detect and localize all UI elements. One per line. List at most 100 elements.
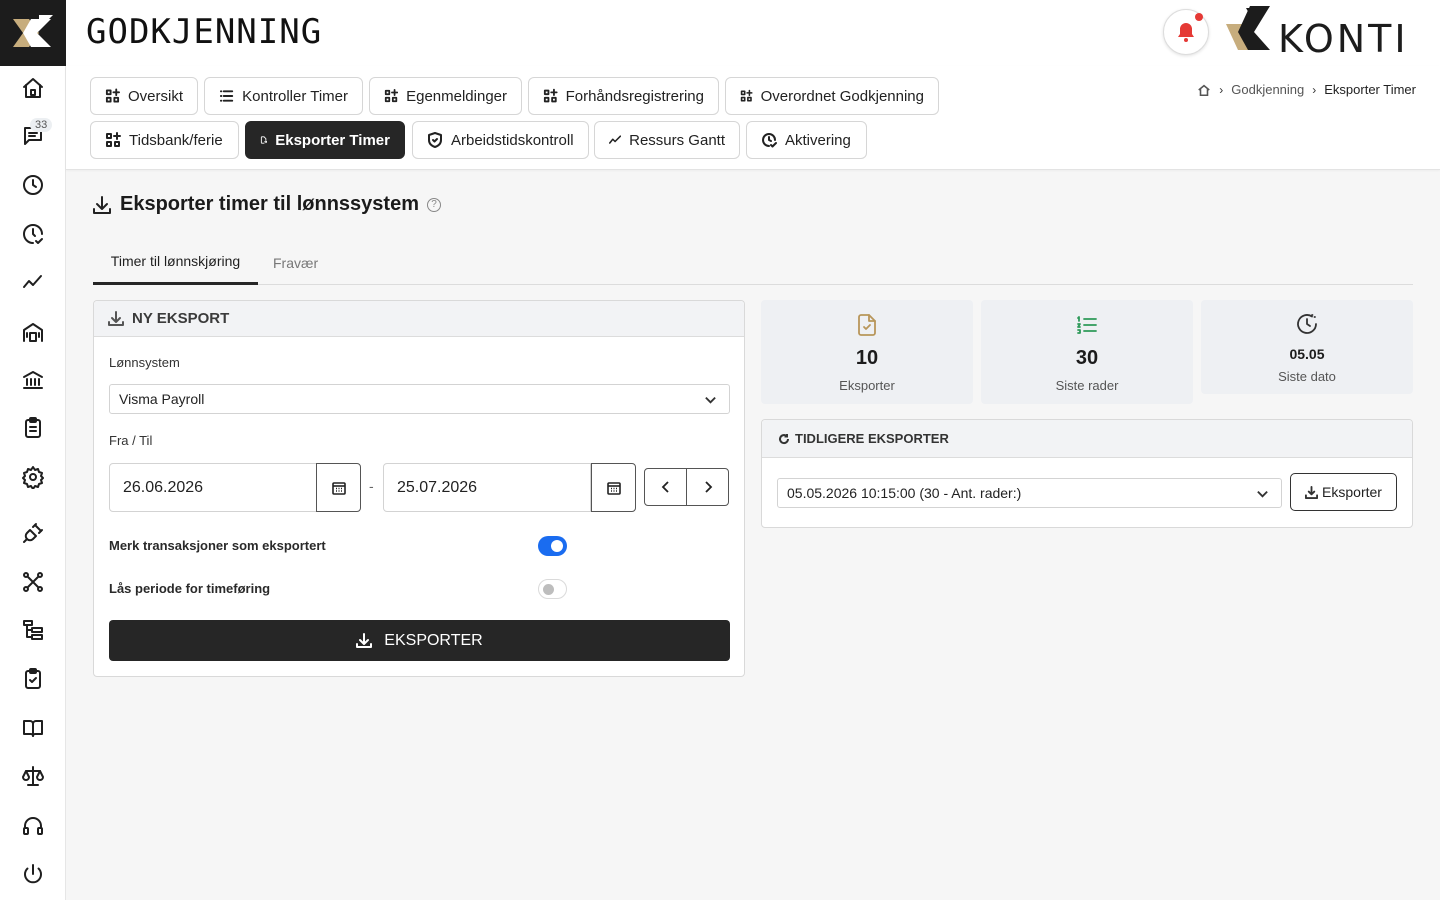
home-icon[interactable] (1197, 83, 1211, 97)
sidebar-item-building[interactable] (0, 310, 66, 354)
stat-exports-caption: Eksporter (839, 378, 895, 393)
tab-egenmeldinger[interactable]: Egenmeldinger (369, 77, 522, 115)
export-button[interactable]: EKSPORTER (109, 620, 730, 661)
breadcrumb-parent[interactable]: Godkjenning (1231, 82, 1304, 97)
tab-overordnet-godkjenning[interactable]: Overordnet Godkjenning (725, 77, 939, 115)
next-period-button[interactable] (686, 468, 729, 506)
calendar-icon (331, 481, 346, 495)
help-icon[interactable]: ? (426, 197, 441, 212)
sidebar-item-logout[interactable] (0, 852, 66, 896)
download-icon (356, 632, 373, 648)
tab-timer-lonnskjoring[interactable]: Timer til lønnskjøring (93, 240, 258, 285)
tab-oversikt[interactable]: Oversikt (90, 77, 198, 115)
clock-check-icon (23, 224, 43, 244)
grid-icon (543, 88, 558, 103)
tab-label: Oversikt (127, 87, 183, 105)
tab-label: Ressurs Gantt (629, 131, 725, 149)
sidebar-item-home[interactable] (0, 66, 66, 110)
payroll-system-value: Visma Payroll (119, 391, 205, 407)
sidebar-item-support[interactable] (0, 804, 66, 848)
breadcrumb-separator: › (1219, 82, 1224, 97)
sidebar-item-approval-time[interactable] (0, 212, 66, 256)
sidebar-item-bank[interactable] (0, 358, 66, 402)
clock-check-icon (762, 133, 777, 148)
to-date-input[interactable]: 25.07.2026 (383, 463, 591, 512)
page-title: GODKJENNING (86, 12, 323, 52)
re-export-button-label: Eksporter (1322, 484, 1382, 500)
sidebar-item-rules[interactable] (0, 754, 66, 798)
sidebar-item-tree[interactable] (0, 608, 66, 652)
previous-export-select[interactable]: 05.05.2026 10:15:00 (30 - Ant. rader:) (777, 478, 1282, 508)
tab-tidsbank-ferie[interactable]: Tidsbank/ferie (90, 121, 239, 159)
tab-ressurs-gantt[interactable]: Ressurs Gantt (594, 121, 740, 159)
date-range-separator: - (369, 478, 374, 494)
clipboard-list-icon (25, 417, 41, 438)
plug-icon (23, 523, 43, 543)
sidebar-item-messages[interactable]: 33 (0, 114, 66, 158)
power-icon (24, 864, 42, 884)
tab-fravaer[interactable]: Fravær (273, 240, 318, 285)
re-export-button[interactable]: Eksporter (1290, 473, 1397, 511)
new-export-header: NY EKSPORT (94, 301, 744, 337)
previous-period-button[interactable] (644, 468, 687, 506)
brand-name: KONTI (1278, 17, 1409, 56)
clipboard-check-icon (25, 668, 41, 689)
new-export-heading: NY EKSPORT (132, 310, 230, 327)
tree-icon (23, 620, 43, 640)
chevron-down-icon (705, 396, 716, 404)
tab-eksporter-timer[interactable]: Eksporter Timer (245, 121, 405, 159)
gear-icon (22, 466, 44, 489)
download-icon (93, 195, 111, 214)
lock-period-toggle[interactable] (538, 579, 567, 599)
home-icon (23, 78, 43, 98)
mark-exported-toggle[interactable] (538, 536, 567, 556)
from-date-picker-button[interactable] (316, 463, 361, 512)
tab-kontroller-timer[interactable]: Kontroller Timer (204, 77, 363, 115)
tab-label: Tidsbank/ferie (129, 131, 223, 149)
section-title-text: Eksporter timer til lønnssystem (120, 193, 419, 215)
tab-aktivering[interactable]: Aktivering (746, 121, 867, 159)
stat-last-date-caption: Siste dato (1278, 369, 1336, 384)
grid-icon (384, 88, 399, 103)
sidebar-item-docs[interactable] (0, 706, 66, 750)
refresh-icon (779, 433, 790, 444)
sidebar-item-trend[interactable] (0, 260, 66, 304)
file-export-icon (260, 136, 268, 144)
notifications-button[interactable] (1163, 9, 1209, 55)
stat-last-rows: 30 Siste rader (981, 300, 1193, 404)
previous-exports-heading: TIDLIGERE EKSPORTER (795, 431, 949, 446)
to-date-picker-button[interactable] (591, 463, 636, 512)
grid-icon (105, 88, 120, 103)
grid-icon (740, 89, 753, 102)
trend-icon (23, 275, 42, 288)
previous-export-value: 05.05.2026 10:15:00 (30 - Ant. rader:) (787, 485, 1022, 501)
messages-badge: 33 (30, 118, 53, 132)
sidebar-item-time[interactable] (0, 163, 66, 207)
sidebar-item-settings[interactable] (0, 455, 66, 499)
lock-period-label: Lås periode for timeføring (109, 581, 271, 596)
list-icon (219, 90, 234, 102)
sidebar-item-checklist[interactable] (0, 657, 66, 701)
headset-icon (23, 817, 43, 835)
trend-icon (609, 135, 622, 144)
brand-logo: KONTI (1224, 6, 1430, 61)
stat-exports-value: 10 (855, 347, 879, 369)
sidebar-item-network[interactable] (0, 560, 66, 604)
sidebar-item-clipboard[interactable] (0, 406, 66, 450)
module-nav: Oversikt Kontroller Timer Egenmeldinger … (66, 66, 1440, 170)
tab-forhandsregistrering[interactable]: Forhåndsregistrering (528, 77, 719, 115)
bank-icon (23, 371, 43, 389)
sidebar-item-integrations[interactable] (0, 511, 66, 555)
bell-icon (1178, 23, 1194, 42)
payroll-system-select[interactable]: Visma Payroll (109, 384, 730, 414)
from-date-input[interactable]: 26.06.2026 (109, 463, 317, 512)
tab-arbeidstidskontroll[interactable]: Arbeidstidskontroll (412, 121, 589, 159)
date-range-label: Fra / Til (109, 433, 153, 448)
clock-icon (1297, 314, 1317, 334)
previous-exports-card: TIDLIGERE EKSPORTER 05.05.2026 10:15:00 … (761, 419, 1413, 528)
building-icon (23, 323, 43, 342)
stat-exports: 10 Eksporter (761, 300, 973, 404)
sidebar-logo[interactable] (0, 0, 66, 66)
chevron-left-icon (661, 481, 669, 493)
tab-label: Kontroller Timer (242, 87, 348, 105)
